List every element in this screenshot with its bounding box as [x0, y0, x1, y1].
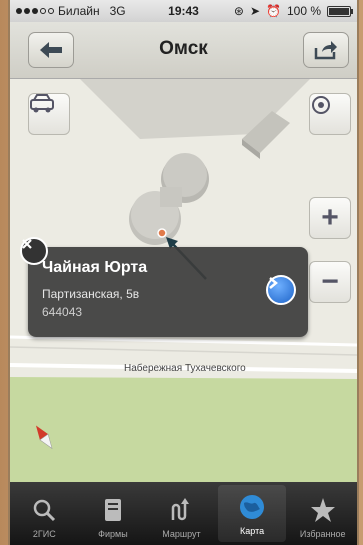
- map-road: [10, 335, 357, 347]
- traffic-button[interactable]: [28, 93, 70, 135]
- car-traffic-icon: [30, 94, 54, 113]
- location-arrow-icon: ➤: [249, 4, 261, 18]
- tab-map[interactable]: Карта: [217, 485, 287, 542]
- street-label: Набережная Тухачевского: [124, 363, 246, 374]
- tab-label: Маршрут: [162, 529, 201, 539]
- tab-bar: 2ГИС Фирмы Маршрут Карта Избранное: [10, 482, 357, 545]
- battery-icon: [327, 5, 353, 17]
- share-icon: [314, 41, 337, 60]
- star-icon: [308, 495, 338, 525]
- tab-route[interactable]: Маршрут: [147, 482, 216, 545]
- place-name: Чайная Юрта: [42, 259, 148, 276]
- chevron-right-icon: [269, 277, 278, 289]
- tab-label: Фирмы: [98, 529, 128, 539]
- close-icon: [22, 239, 32, 249]
- tab-label: Карта: [240, 526, 265, 536]
- location-pin: [157, 228, 167, 238]
- locate-icon: [312, 96, 330, 114]
- zoom-out-button[interactable]: −: [309, 261, 351, 303]
- status-icons: ⊛ ➤ ⏰ 100 %: [233, 4, 353, 18]
- tab-favorites[interactable]: Избранное: [288, 482, 357, 545]
- globe-icon: [237, 492, 267, 522]
- plus-icon: +: [321, 201, 339, 234]
- place-postcode: 644043: [42, 305, 83, 319]
- battery-percent: 100 %: [286, 4, 321, 18]
- tab-label: 2ГИС: [32, 529, 56, 539]
- map-park: [10, 377, 357, 482]
- alarm-icon: ⏰: [266, 4, 281, 18]
- map-view[interactable]: + − Набережная Тухачевского Чайная Юрта …: [10, 79, 357, 482]
- map-building-highlight: [129, 153, 209, 245]
- minus-icon: −: [321, 265, 339, 298]
- share-button[interactable]: [303, 32, 349, 68]
- zoom-in-button[interactable]: +: [309, 197, 351, 239]
- navigation-bar: Омск: [10, 22, 357, 79]
- route-icon: [166, 495, 196, 525]
- tab-label: Избранное: [299, 529, 346, 539]
- tab-firms[interactable]: Фирмы: [79, 482, 148, 545]
- place-callout[interactable]: Чайная Юрта Партизанская, 5в 644043: [20, 237, 308, 337]
- status-bar: Билайн 3G 19:43 ⊛ ➤ ⏰ 100 %: [10, 0, 357, 22]
- place-details-button[interactable]: [266, 275, 296, 305]
- search-icon: [29, 495, 59, 525]
- lock-rotation-icon: ⊛: [233, 4, 244, 18]
- map-road: [10, 346, 357, 356]
- book-icon: [98, 495, 128, 525]
- my-location-button[interactable]: [309, 93, 351, 135]
- place-address: Партизанская, 5в: [42, 287, 140, 301]
- tab-2gis[interactable]: 2ГИС: [10, 482, 79, 545]
- phone-screen: Билайн 3G 19:43 ⊛ ➤ ⏰ 100 % Омск + − Наб…: [8, 0, 359, 545]
